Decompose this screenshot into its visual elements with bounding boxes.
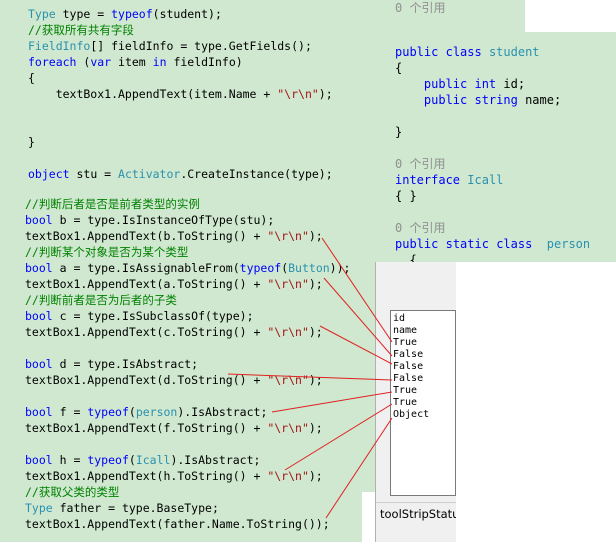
output-line: True bbox=[393, 337, 418, 348]
output-textbox[interactable]: id name True False False False True True Object bbox=[390, 310, 456, 496]
left-code-top-line: { bbox=[28, 71, 35, 85]
right-code-line: } bbox=[395, 125, 403, 139]
output-line: False bbox=[393, 349, 424, 360]
left-code-top-line: FieldInfo[] fieldInfo = type.GetFields()… bbox=[28, 39, 312, 53]
right-code-line: { bbox=[395, 61, 403, 75]
left-code-bottom-line: bool a = type.IsAssignableFrom(typeof(Bu… bbox=[25, 261, 351, 275]
left-code-bottom-line: textBox1.AppendText(b.ToString() + "\r\n… bbox=[25, 229, 323, 243]
right-code-line: public string name; bbox=[395, 93, 562, 107]
right-code-line: public int id; bbox=[395, 77, 526, 91]
left-code-bottom-line: textBox1.AppendText(f.ToString() + "\r\n… bbox=[25, 421, 323, 435]
form-window: id name True False False False True True Object … bbox=[375, 262, 456, 542]
right-code-line: 0 个引用 bbox=[395, 157, 446, 171]
left-code-bottom-line: bool c = type.IsSubclassOf(type); bbox=[25, 309, 254, 323]
output-line: name bbox=[393, 325, 418, 336]
output-line: True bbox=[393, 385, 418, 396]
right-code-line: 0 个引用 bbox=[395, 1, 446, 15]
left-code-bottom-line: Type father = type.BaseType; bbox=[25, 501, 219, 515]
left-code-bottom-line: textBox1.AppendText(h.ToString() + "\r\n… bbox=[25, 469, 323, 483]
output-line: False bbox=[393, 361, 424, 372]
left-code-bottom-line: textBox1.AppendText(father.Name.ToString… bbox=[25, 517, 330, 531]
output-line: Object bbox=[393, 409, 430, 420]
right-code-line: public static class person bbox=[395, 237, 591, 251]
left-code-top-line: //获取所有共有字段 bbox=[28, 23, 134, 37]
left-code-bottom-line: bool f = typeof(person).IsAbstract; bbox=[25, 405, 268, 419]
left-code-bottom-line: textBox1.AppendText(c.ToString() + "\r\n… bbox=[25, 325, 323, 339]
left-code-bottom-line: bool d = type.IsAbstract; bbox=[25, 357, 199, 371]
left-code-top-line: Type type = typeof(student); bbox=[28, 7, 222, 21]
right-code-line: { } bbox=[395, 189, 417, 203]
left-code-bottom-line: //判断某个对象是否为某个类型 bbox=[25, 245, 189, 259]
left-code-top-line: } bbox=[28, 135, 35, 149]
left-code-top-line: textBox1.AppendText(item.Name + "\r\n"); bbox=[28, 87, 333, 101]
left-code-top-line: foreach (var item in fieldInfo) bbox=[28, 55, 243, 69]
right-code-line: interface Icall bbox=[395, 173, 504, 187]
left-code-bottom-line: bool b = type.IsInstanceOfType(stu); bbox=[25, 213, 275, 227]
left-code-bottom-line: textBox1.AppendText(d.ToString() + "\r\n… bbox=[25, 373, 323, 387]
blank-area bbox=[525, 0, 616, 32]
status-strip: toolStripStatu bbox=[376, 502, 456, 524]
left-code-bottom-line: //判断后者是否是前者类型的实例 bbox=[25, 197, 200, 211]
output-line: True bbox=[393, 397, 418, 408]
right-code-line: public class student bbox=[395, 45, 540, 59]
left-code-bottom-line: bool h = typeof(Icall).IsAbstract; bbox=[25, 453, 261, 467]
right-code-line: 0 个引用 bbox=[395, 221, 446, 235]
left-code-top-line: object stu = Activator.CreateInstance(ty… bbox=[28, 167, 333, 181]
output-line: False bbox=[393, 373, 424, 384]
left-code-bottom-line: textBox1.AppendText(a.ToString() + "\r\n… bbox=[25, 277, 323, 291]
left-code-bottom-line: //获取父类的类型 bbox=[25, 485, 120, 499]
left-code-bottom-line: //判断前者是否为后者的子类 bbox=[25, 293, 177, 307]
output-line: id bbox=[393, 313, 406, 324]
